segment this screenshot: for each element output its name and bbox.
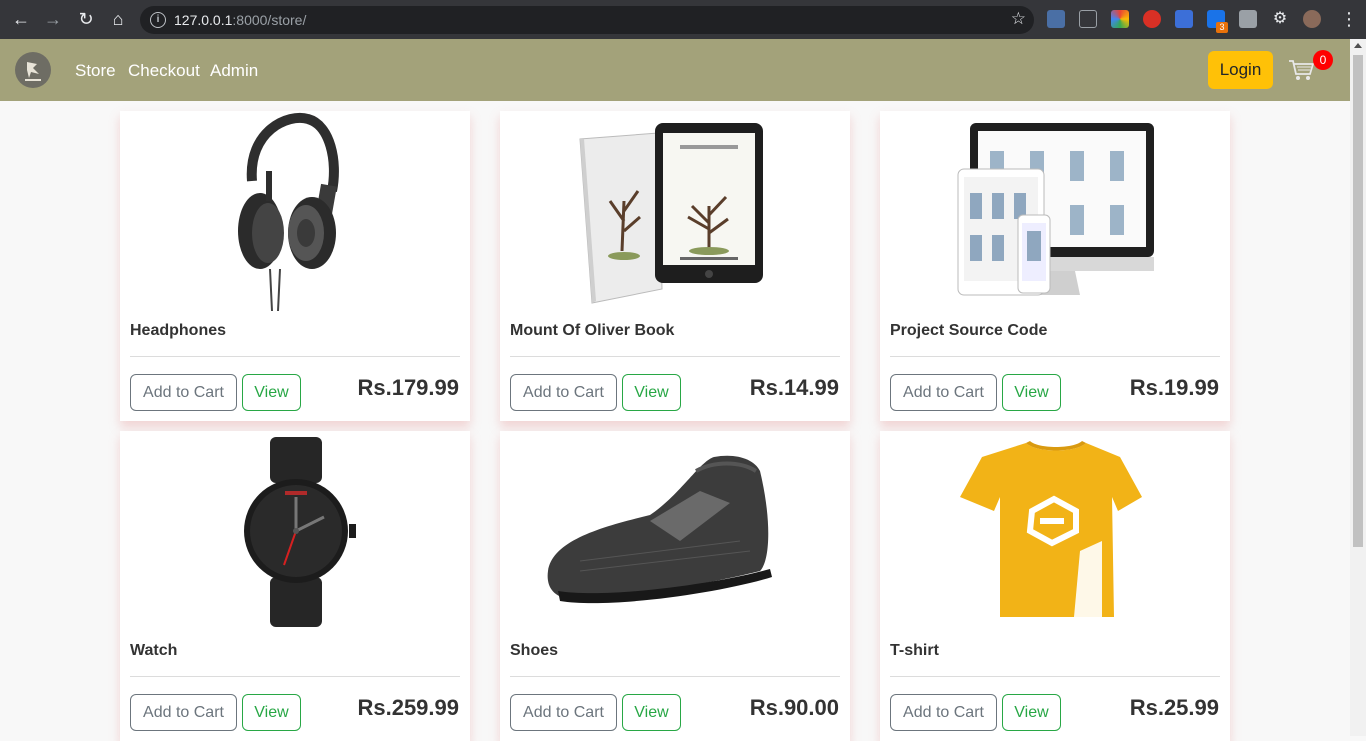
- info-icon[interactable]: i: [150, 12, 166, 28]
- nav-link-checkout[interactable]: Checkout: [128, 61, 200, 81]
- cart-icon[interactable]: [1288, 58, 1315, 82]
- product-card: T-shirt Add to Cart View Rs.25.99: [880, 431, 1230, 741]
- extension-code-icon[interactable]: [1079, 10, 1097, 28]
- login-button[interactable]: Login: [1208, 51, 1273, 89]
- view-button[interactable]: View: [1002, 374, 1061, 411]
- browser-toolbar: ← → ↻ ⌂ i 127.0.0.1:8000/store/ ☆ 3 ⚙ ⋮: [0, 0, 1366, 39]
- add-to-cart-button[interactable]: Add to Cart: [890, 374, 997, 411]
- browser-menu-icon[interactable]: ⋮: [1340, 9, 1358, 30]
- product-image-book[interactable]: [500, 111, 850, 316]
- product-name: Project Source Code: [890, 322, 1048, 339]
- product-price: Rs.259.99: [357, 695, 459, 720]
- add-to-cart-button[interactable]: Add to Cart: [130, 374, 237, 411]
- view-button[interactable]: View: [242, 694, 301, 731]
- bookmark-star-icon[interactable]: ☆: [1011, 9, 1026, 29]
- product-price: Rs.179.99: [357, 375, 459, 400]
- extension-color-icon[interactable]: [1111, 10, 1129, 28]
- puzzle-icon[interactable]: ⚙: [1271, 10, 1289, 28]
- view-button[interactable]: View: [242, 374, 301, 411]
- product-name: Headphones: [130, 322, 227, 339]
- card-divider: [130, 356, 460, 357]
- product-price: Rs.19.99: [1129, 375, 1219, 400]
- extension-badge: 3: [1216, 22, 1228, 33]
- site-logo[interactable]: [15, 52, 51, 88]
- nav-link-store[interactable]: Store: [75, 61, 116, 81]
- view-button[interactable]: View: [622, 694, 681, 731]
- extension-screenshot-icon[interactable]: [1239, 10, 1257, 28]
- card-divider: [510, 356, 840, 357]
- product-image-watch[interactable]: [120, 431, 470, 636]
- page-scrollbar[interactable]: [1350, 39, 1366, 736]
- product-card: Headphones Add to Cart View Rs.179.99: [120, 111, 470, 421]
- add-to-cart-button[interactable]: Add to Cart: [510, 694, 617, 731]
- url-host: 127.0.0.1: [174, 12, 233, 28]
- url-text: 127.0.0.1:8000/store/: [174, 12, 306, 28]
- extension-tabs-icon[interactable]: [1047, 10, 1065, 28]
- product-image-headphones[interactable]: [120, 111, 470, 316]
- product-name: Mount Of Oliver Book: [510, 322, 675, 339]
- card-divider: [130, 676, 460, 677]
- reload-icon[interactable]: ↻: [75, 8, 97, 30]
- product-name: T-shirt: [890, 642, 939, 659]
- product-price: Rs.90.00: [749, 695, 839, 720]
- product-card: Project Source Code Add to Cart View Rs.…: [880, 111, 1230, 421]
- scroll-thumb[interactable]: [1353, 55, 1363, 547]
- view-button[interactable]: View: [622, 374, 681, 411]
- profile-avatar[interactable]: [1303, 10, 1321, 28]
- card-divider: [890, 356, 1220, 357]
- product-name: Watch: [130, 642, 178, 659]
- product-image-devices[interactable]: [880, 111, 1230, 316]
- address-bar[interactable]: i 127.0.0.1:8000/store/ ☆: [140, 6, 1034, 34]
- product-name: Shoes: [510, 642, 559, 659]
- home-icon[interactable]: ⌂: [107, 8, 129, 30]
- product-card: Mount Of Oliver Book Add to Cart View Rs…: [500, 111, 850, 421]
- product-card: Watch Add to Cart View Rs.259.99: [120, 431, 470, 741]
- card-divider: [890, 676, 1220, 677]
- product-image-tshirt[interactable]: [880, 431, 1230, 636]
- forward-arrow-icon[interactable]: →: [42, 8, 64, 30]
- url-path: :8000/store/: [232, 12, 307, 28]
- card-divider: [510, 676, 840, 677]
- product-card: Shoes Add to Cart View Rs.90.00: [500, 431, 850, 741]
- add-to-cart-button[interactable]: Add to Cart: [890, 694, 997, 731]
- nav-link-admin[interactable]: Admin: [210, 61, 258, 81]
- add-to-cart-button[interactable]: Add to Cart: [510, 374, 617, 411]
- back-arrow-icon[interactable]: ←: [10, 8, 32, 30]
- view-button[interactable]: View: [1002, 694, 1061, 731]
- extension-window-icon[interactable]: [1175, 10, 1193, 28]
- product-price: Rs.14.99: [749, 375, 839, 400]
- extension-stop-icon[interactable]: [1143, 10, 1161, 28]
- add-to-cart-button[interactable]: Add to Cart: [130, 694, 237, 731]
- site-navbar: Store Checkout Admin Login 0: [0, 39, 1350, 101]
- product-price: Rs.25.99: [1129, 695, 1219, 720]
- cart-count-badge: 0: [1313, 50, 1333, 70]
- scroll-up-arrow-icon[interactable]: [1354, 43, 1362, 48]
- product-image-shoe[interactable]: [500, 431, 850, 636]
